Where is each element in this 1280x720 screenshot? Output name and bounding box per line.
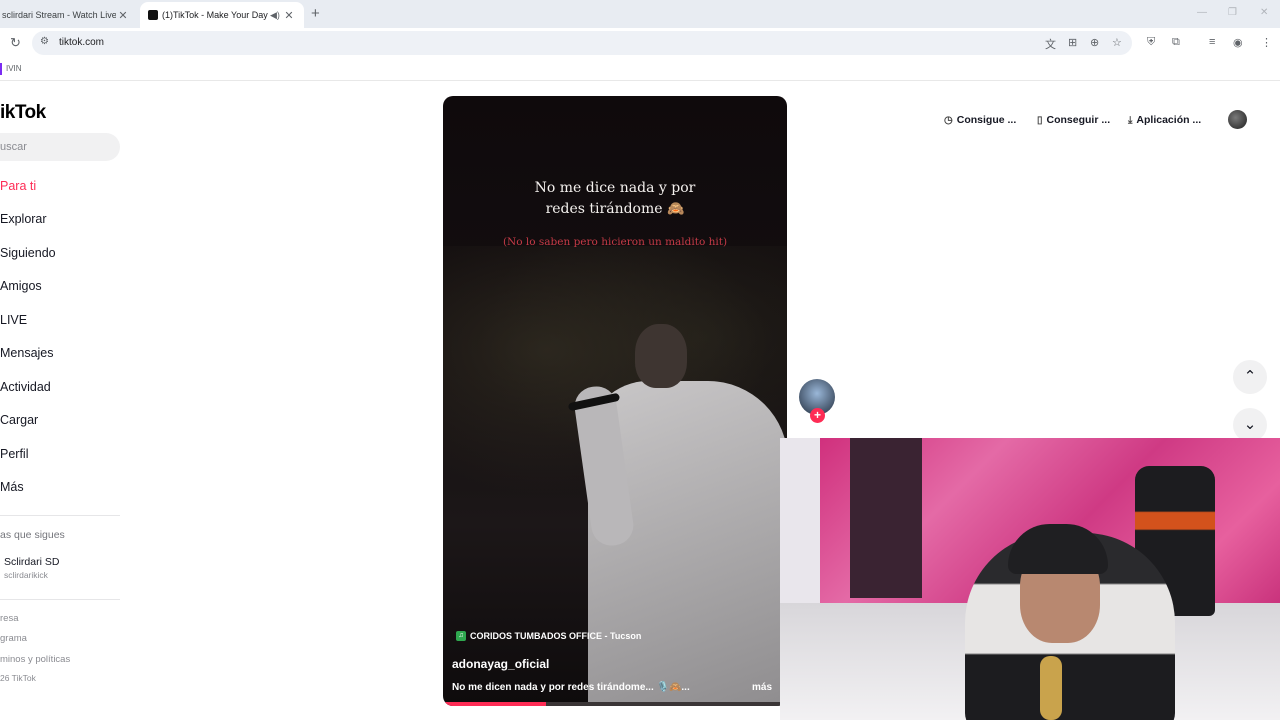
sidebar-divider xyxy=(0,515,120,516)
close-tab-icon[interactable]: ✕ xyxy=(282,9,296,22)
video-caption: No me dice nada y por redes tirándome 🙈 xyxy=(443,178,787,220)
speaker-icon[interactable]: ◀) xyxy=(270,10,282,21)
nav-perfil[interactable]: Perfil xyxy=(0,447,28,461)
close-tab-icon[interactable]: ✕ xyxy=(116,9,130,22)
user-avatar[interactable] xyxy=(1228,110,1247,129)
webcam-overlay xyxy=(780,438,1280,720)
tab-title: (1)TikTok - Make Your Day xyxy=(162,10,268,20)
music-note-icon: ♫ xyxy=(456,631,466,641)
tiktok-favicon-icon xyxy=(148,10,158,20)
browser-toolbar: ↻ ⚙ tiktok.com 文 ⊞ ⊕ ☆ ⛨ ⧉ ≡ ◉ ⋮ xyxy=(0,28,1280,58)
bookmark-item[interactable]: IVIN xyxy=(6,64,22,73)
browser-tab-strip: sclirdari Stream - Watch Live on ✕ (1)Ti… xyxy=(0,0,1280,28)
coin-icon: ◷ xyxy=(944,114,953,126)
browser-tab-stream[interactable]: sclirdari Stream - Watch Live on ✕ xyxy=(0,2,140,28)
video-progress-fill xyxy=(443,702,547,706)
footer-link[interactable]: grama xyxy=(0,633,27,644)
address-bar[interactable]: ⚙ tiktok.com 文 ⊞ ⊕ ☆ xyxy=(32,31,1132,55)
star-icon[interactable]: ☆ xyxy=(1112,36,1122,49)
browser-tab-tiktok[interactable]: (1)TikTok - Make Your Day ◀) ✕ xyxy=(140,2,304,28)
window-close-icon[interactable]: ✕ xyxy=(1260,7,1268,18)
tab-title: sclirdari Stream - Watch Live on xyxy=(2,10,116,20)
music-tag[interactable]: ♫ CORIDOS TUMBADOS OFFICE - Tucson xyxy=(456,631,641,641)
nav-actividad[interactable]: Actividad xyxy=(0,380,51,394)
video-progress-bar[interactable] xyxy=(443,702,787,706)
sidebar-divider xyxy=(0,599,120,600)
media-icon[interactable]: ≡ xyxy=(1209,36,1215,48)
get-coins-button[interactable]: ◷ Consigue ... xyxy=(944,111,1016,129)
phone-icon: ▯ xyxy=(1037,114,1043,126)
chevron-down-icon: ⌄ xyxy=(1243,416,1257,433)
site-settings-icon[interactable]: ⚙ xyxy=(40,36,49,47)
video-player[interactable]: No me dice nada y por redes tirándome 🙈 … xyxy=(443,96,787,706)
follow-button[interactable]: + xyxy=(810,408,825,423)
previous-video-button[interactable]: ⌃ xyxy=(1233,360,1267,394)
nav-para-ti[interactable]: Para ti xyxy=(0,179,36,193)
footer-link[interactable]: resa xyxy=(0,613,18,624)
extensions-icon[interactable]: ⧉ xyxy=(1172,36,1180,49)
music-title[interactable]: CORIDOS TUMBADOS OFFICE - Tucson xyxy=(470,631,641,641)
video-caption-line: No me dice nada y por xyxy=(534,180,696,196)
tiktok-logo[interactable]: ikTok xyxy=(0,102,46,124)
nav-mas[interactable]: Más xyxy=(0,480,24,494)
following-accounts-header: as que sigues xyxy=(0,529,65,541)
bookmarks-bar: IVIN xyxy=(0,58,1280,81)
url-text[interactable]: tiktok.com xyxy=(59,37,104,48)
new-tab-button[interactable]: + xyxy=(311,5,320,23)
minimize-icon[interactable]: — xyxy=(1197,7,1207,18)
more-button[interactable]: más xyxy=(752,682,772,693)
nav-cargar[interactable]: Cargar xyxy=(0,413,38,427)
profile-icon[interactable]: ◉ xyxy=(1233,36,1243,49)
copyright-text: 26 TikTok xyxy=(0,673,36,683)
translate-icon[interactable]: 文 xyxy=(1045,36,1056,52)
get-coins-label: Consigue ... xyxy=(956,114,1017,126)
nav-siguiendo[interactable]: Siguiendo xyxy=(0,246,56,260)
nav-mensajes[interactable]: Mensajes xyxy=(0,346,54,360)
download-app-button[interactable]: ⤓ Aplicación ... xyxy=(1128,111,1201,129)
get-app-label: Conseguir ... xyxy=(1046,114,1111,126)
nav-explorar[interactable]: Explorar xyxy=(0,212,47,226)
restore-icon[interactable]: ❐ xyxy=(1228,7,1237,18)
footer-link[interactable]: minos y políticas xyxy=(0,654,70,665)
download-app-label: Aplicación ... xyxy=(1136,114,1202,126)
webcam-microphone xyxy=(1040,656,1062,720)
zoom-icon[interactable]: ⊕ xyxy=(1090,36,1099,49)
search-placeholder: uscar xyxy=(0,141,27,153)
following-user-handle[interactable]: sclirdarikick xyxy=(4,570,48,580)
following-user-name[interactable]: Sclirdari SD xyxy=(4,556,59,568)
bookmark-favicon-icon xyxy=(0,63,2,75)
video-author[interactable]: adonayag_oficial xyxy=(452,657,549,671)
video-description: No me dicen nada y por redes tirándome..… xyxy=(452,682,690,693)
menu-icon[interactable]: ⋮ xyxy=(1261,36,1272,49)
get-app-button[interactable]: ▯ Conseguir ... xyxy=(1037,111,1110,129)
next-video-button[interactable]: ⌄ xyxy=(1233,408,1267,442)
nav-live[interactable]: LIVE xyxy=(0,313,27,327)
install-icon[interactable]: ⊞ xyxy=(1068,36,1077,49)
reload-icon[interactable]: ↻ xyxy=(10,35,21,51)
shield-icon[interactable]: ⛨ xyxy=(1147,36,1155,49)
webcam-door xyxy=(850,438,922,598)
search-input[interactable]: uscar xyxy=(0,133,120,161)
download-icon: ⤓ xyxy=(1128,114,1133,126)
chevron-up-icon: ⌃ xyxy=(1243,368,1257,385)
video-subcaption: (No lo saben pero hicieron un maldito hi… xyxy=(502,236,728,248)
video-caption-line: redes tirándome 🙈 xyxy=(545,201,685,217)
video-subject-head xyxy=(635,324,687,388)
nav-amigos[interactable]: Amigos xyxy=(0,279,42,293)
